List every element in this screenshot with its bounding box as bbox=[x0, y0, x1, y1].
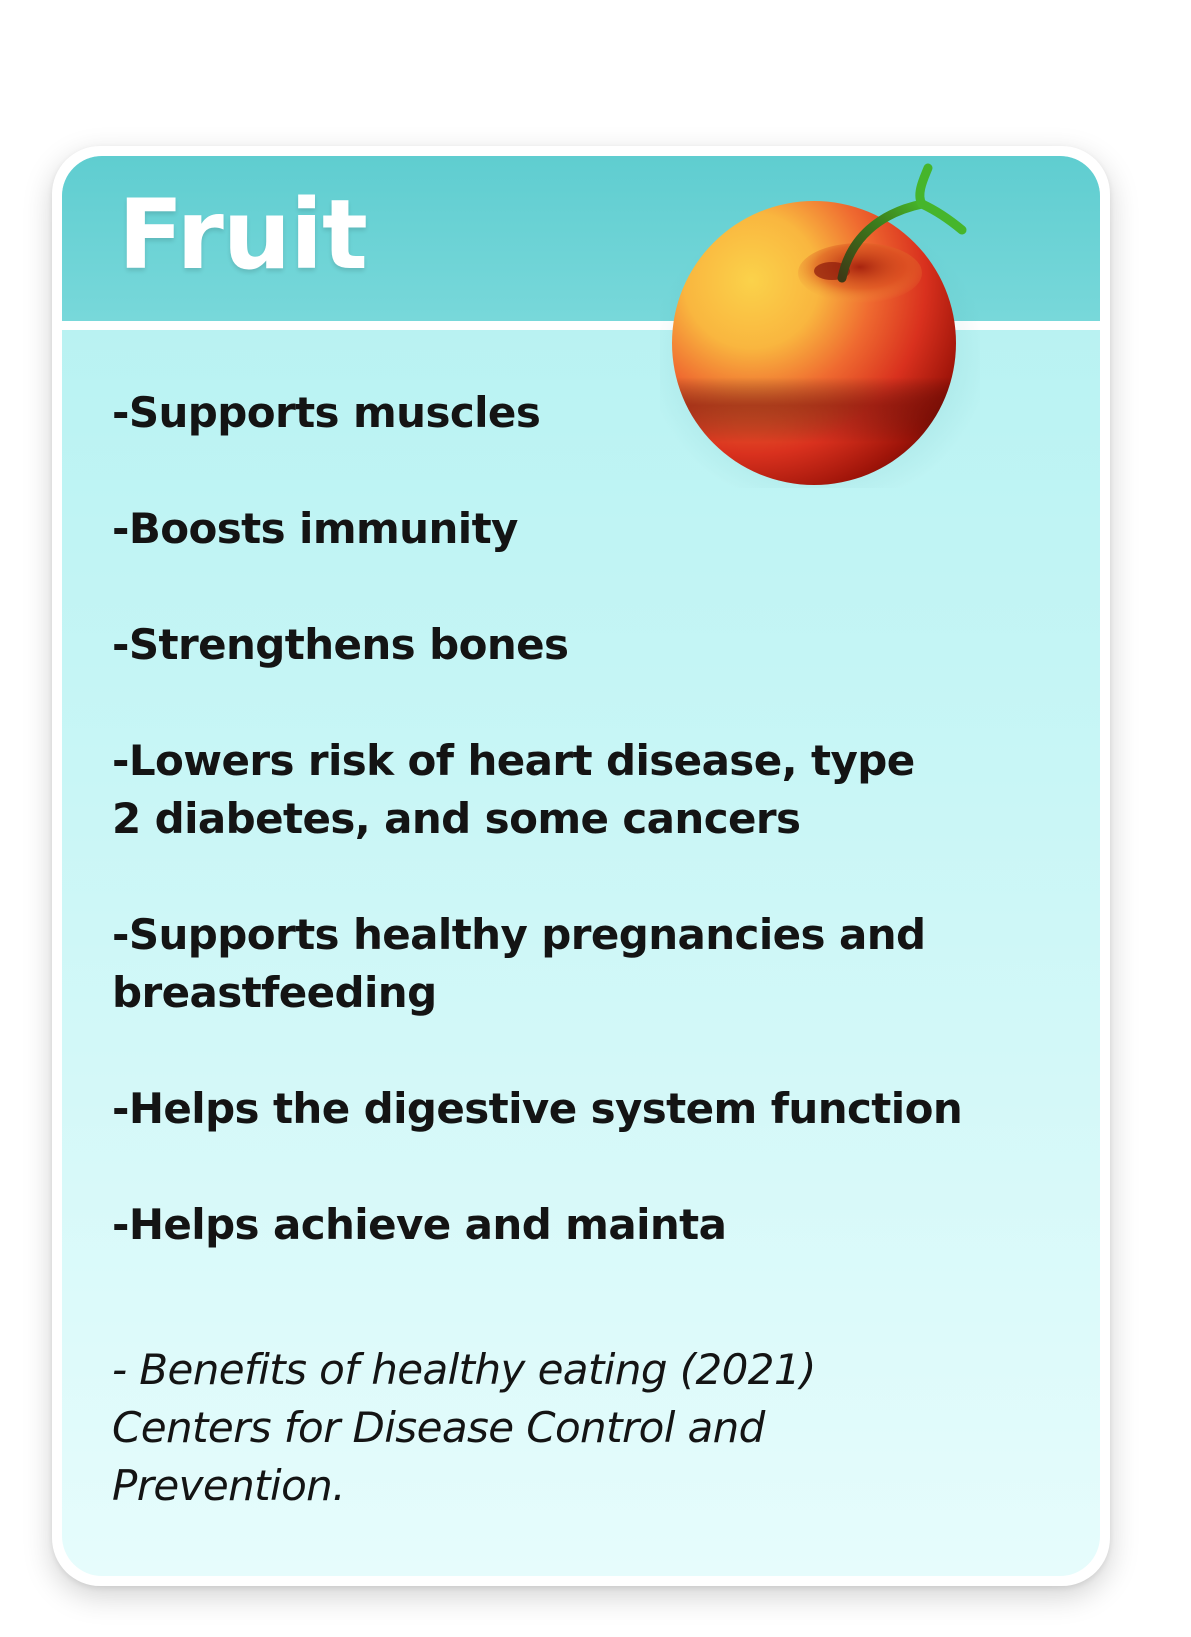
benefit-item: -Lowers risk of heart disease, type 2 di… bbox=[112, 736, 915, 843]
benefit-item: -Helps the digestive system function bbox=[112, 1084, 963, 1133]
apple-icon bbox=[660, 163, 980, 488]
benefit-item: -Supports healthy pregnancies and breast… bbox=[112, 910, 926, 1017]
benefit-item: -Boosts immunity bbox=[112, 504, 518, 553]
card-title: Fruit bbox=[118, 179, 368, 291]
benefit-item: -Helps achieve and mainta bbox=[112, 1200, 727, 1249]
benefit-item: -Strengthens bones bbox=[112, 620, 569, 669]
benefits-list: -Supports muscles -Boosts immunity -Stre… bbox=[112, 384, 1012, 1312]
citation: - Benefits of healthy eating (2021) Cent… bbox=[112, 1345, 816, 1510]
page: Fruit -Supports muscles -Boosts immunity… bbox=[0, 0, 1191, 1637]
